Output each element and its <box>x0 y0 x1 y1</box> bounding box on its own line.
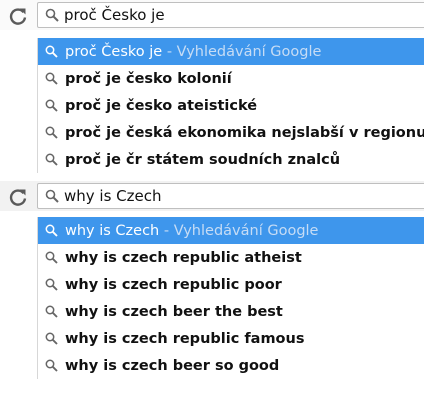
suggestion-text: why is Czech <box>65 223 160 239</box>
search-hint: - Vyhledávání Google <box>163 223 319 239</box>
suggestion-item[interactable]: why is czech republic famous <box>38 325 424 352</box>
search-icon <box>45 278 58 291</box>
browser-toolbar: why is Czech <box>0 181 424 211</box>
search-icon <box>45 99 58 112</box>
suggestion-item[interactable]: why is czech republic atheist <box>38 244 424 271</box>
suggestion-item[interactable]: why is czech beer so good <box>38 352 424 379</box>
reload-icon[interactable] <box>8 6 28 26</box>
suggestion-dropdown: why is Czech - Vyhledávání Google why is… <box>37 217 424 379</box>
suggestion-text: why is czech republic atheist <box>65 250 302 266</box>
suggestion-text: proč je čr státem soudních znalců <box>65 152 341 168</box>
search-icon <box>45 8 59 22</box>
english-search-block: why is Czech why is Czech - Vyhledávání … <box>0 181 424 379</box>
omnibox-input-value[interactable]: why is Czech <box>64 187 162 205</box>
search-icon <box>45 189 59 203</box>
search-icon <box>45 305 58 318</box>
search-icon <box>45 224 58 237</box>
suggestion-search-google[interactable]: proč Česko je - Vyhledávání Google <box>38 38 424 65</box>
suggestion-text: why is czech republic famous <box>65 331 305 347</box>
omnibox-input-value[interactable]: proč Česko je <box>64 6 165 24</box>
search-icon <box>45 126 58 139</box>
search-icon <box>45 72 58 85</box>
omnibox[interactable]: proč Česko je <box>37 2 424 28</box>
search-icon <box>45 153 58 166</box>
suggestion-dropdown: proč Česko je - Vyhledávání Google proč … <box>37 38 424 173</box>
search-icon <box>45 45 58 58</box>
suggestion-text: proč je česká ekonomika nejslabší v regi… <box>65 125 424 141</box>
suggestion-text: proč je česko ateistické <box>65 98 258 114</box>
czech-search-block: proč Česko je proč Česko je - Vyhledáván… <box>0 0 424 173</box>
suggestion-item[interactable]: proč je česko kolonií <box>38 65 424 92</box>
suggestion-item[interactable]: proč je česká ekonomika nejslabší v regi… <box>38 119 424 146</box>
browser-toolbar: proč Česko je <box>0 0 424 30</box>
suggestion-item[interactable]: proč je česko ateistické <box>38 92 424 119</box>
suggestion-text: proč je česko kolonií <box>65 71 232 87</box>
suggestion-item[interactable]: why is czech beer the best <box>38 298 424 325</box>
search-icon <box>45 251 58 264</box>
reload-icon[interactable] <box>8 187 28 207</box>
search-icon <box>45 359 58 372</box>
search-hint: - Vyhledávání Google <box>166 44 322 60</box>
suggestion-item[interactable]: why is czech republic poor <box>38 271 424 298</box>
search-icon <box>45 332 58 345</box>
omnibox[interactable]: why is Czech <box>37 183 424 209</box>
suggestion-text: why is czech beer the best <box>65 304 283 320</box>
suggestion-search-google[interactable]: why is Czech - Vyhledávání Google <box>38 217 424 244</box>
suggestion-text: proč Česko je <box>65 44 163 60</box>
suggestion-item[interactable]: proč je čr státem soudních znalců <box>38 146 424 173</box>
suggestion-text: why is czech beer so good <box>65 358 280 374</box>
suggestion-text: why is czech republic poor <box>65 277 282 293</box>
